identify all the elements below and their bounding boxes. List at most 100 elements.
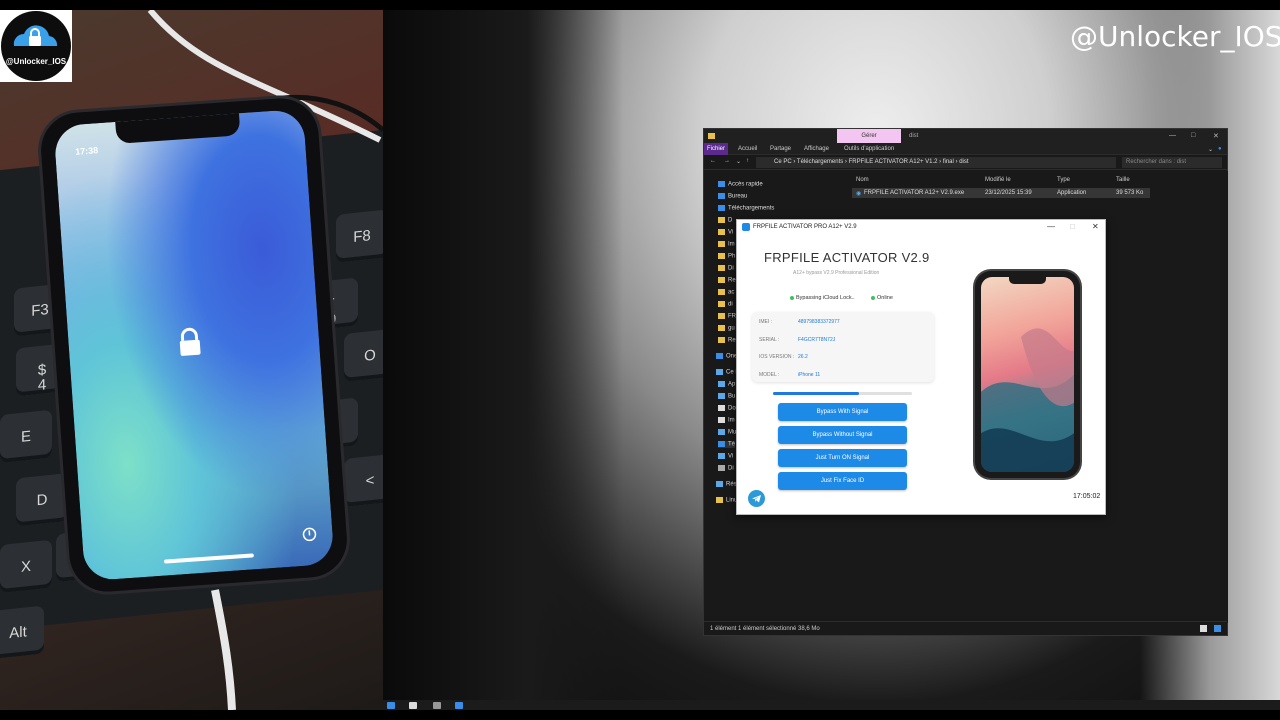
image-icon [718, 417, 725, 423]
help-icon[interactable]: ● [1218, 146, 1222, 152]
phone-notch [1009, 277, 1046, 284]
bypass-with-signal-button[interactable]: Bypass With Signal [778, 403, 907, 421]
folder-icon [718, 325, 725, 331]
search-input[interactable]: Rechercher dans : dist [1122, 157, 1222, 168]
nav-item-downloads[interactable]: Téléchargements [718, 205, 774, 212]
nav-item-quick-access[interactable]: Accès rapide [718, 181, 763, 188]
nav-item[interactable]: Ph [718, 253, 735, 260]
nav-item[interactable]: Re [718, 337, 736, 344]
file-name: FRPFILE ACTIVATOR A12+ V2.9.exe [864, 190, 965, 196]
up-arrow-icon[interactable]: ↑ [746, 158, 749, 164]
back-arrow-icon[interactable]: ← [710, 158, 716, 164]
progress-bar [773, 392, 912, 395]
iphone-device: 17:38 [38, 95, 350, 595]
download-icon [718, 205, 725, 211]
column-header-size[interactable]: Taille [1116, 177, 1130, 183]
ribbon-tab-home[interactable]: Accueil [738, 146, 757, 152]
model-value: iPhone 11 [798, 372, 821, 378]
nav-item[interactable]: Di [718, 265, 734, 272]
network-icon [716, 481, 723, 487]
ribbon-tab-share[interactable]: Partage [770, 146, 791, 152]
maximize-button[interactable]: □ [1070, 222, 1075, 231]
chevron-down-icon[interactable]: ⌄ [736, 158, 741, 165]
ios-version-value: 26.2 [798, 354, 808, 360]
nav-item[interactable]: Bu [718, 393, 735, 400]
browser-icon[interactable] [455, 702, 463, 709]
folder-icon [718, 313, 725, 319]
minimize-button[interactable]: — [1047, 222, 1055, 231]
folder-icon [718, 229, 725, 235]
ribbon-tab-view[interactable]: Affichage [804, 146, 829, 152]
ribbon-tab-app-tools[interactable]: Outils d'application [844, 146, 894, 152]
nav-item-selected[interactable]: Té [718, 441, 736, 448]
turn-on-signal-button[interactable]: Just Turn ON Signal [778, 449, 907, 467]
fix-face-id-button[interactable]: Just Fix Face ID [778, 472, 907, 490]
nav-item[interactable]: Im [718, 241, 735, 248]
nav-item[interactable]: Vi [718, 229, 733, 236]
address-bar[interactable]: Ce PC › Téléchargements › FRPFILE ACTIVA… [756, 157, 1116, 168]
music-icon [718, 429, 725, 435]
tab-manage[interactable]: Gérer [837, 129, 901, 143]
nav-item[interactable]: di [718, 301, 733, 308]
close-button[interactable]: ✕ [1092, 222, 1099, 231]
breadcrumb-item[interactable]: dist [959, 159, 968, 165]
nav-item[interactable]: Do [718, 405, 736, 412]
close-button[interactable]: ✕ [1213, 132, 1219, 140]
device-info-card: IMEI : 489798383372977 SERIAL : F4GCR7T8… [752, 312, 934, 382]
details-view-icon[interactable] [1200, 625, 1207, 632]
breadcrumb-item[interactable]: FRPFILE ACTIVATOR A12+ V1.2 [849, 159, 938, 165]
file-modified: 23/12/2025 15:39 [985, 190, 1032, 196]
explorer-titlebar[interactable]: Gérer dist — □ ✕ [704, 129, 1227, 143]
taskbar [383, 700, 1280, 710]
download-icon [718, 441, 725, 447]
file-row[interactable]: ◉ FRPFILE ACTIVATOR A12+ V2.9.exe 23/12/… [852, 188, 1150, 198]
ribbon-tab-file[interactable]: Fichier [704, 143, 728, 155]
nav-item-linux[interactable]: Linu [716, 497, 737, 504]
nav-item[interactable]: Di [718, 465, 734, 472]
activator-titlebar[interactable]: FRPFILE ACTIVATOR PRO A12+ V2.9 — □ ✕ [737, 220, 1105, 234]
nav-item-desktop[interactable]: Bureau [718, 193, 747, 200]
bypass-without-signal-button[interactable]: Bypass Without Signal [778, 426, 907, 444]
telegram-icon[interactable] [748, 490, 765, 507]
app-file-icon: ◉ [856, 191, 862, 197]
task-view-icon[interactable] [433, 702, 441, 709]
start-icon[interactable] [387, 702, 395, 709]
nav-item[interactable]: ac [718, 289, 734, 296]
breadcrumb-item[interactable]: Ce PC [774, 159, 792, 165]
explorer-title: dist [909, 133, 919, 139]
activator-window[interactable]: FRPFILE ACTIVATOR PRO A12+ V2.9 — □ ✕ FR… [736, 219, 1106, 515]
minimize-button[interactable]: — [1169, 132, 1176, 139]
maximize-button[interactable]: □ [1191, 132, 1195, 139]
nav-item[interactable]: D [718, 217, 732, 224]
search-icon[interactable] [409, 702, 417, 709]
nav-item[interactable]: Im [718, 417, 735, 424]
tiles-view-icon[interactable] [1214, 625, 1221, 632]
cloud-lock-icon [1, 11, 71, 81]
serial-value: F4GCR7T8N72J [798, 337, 836, 343]
lock-icon [179, 327, 201, 356]
nav-item[interactable]: Mu [718, 429, 736, 436]
column-header-name[interactable]: Nom [856, 177, 869, 183]
nav-item[interactable]: Ap [718, 381, 735, 388]
nav-item-network[interactable]: Rés [716, 481, 737, 488]
file-size: 39 573 Ko [1116, 190, 1144, 196]
status-dot [790, 295, 794, 300]
desktop-icon [718, 193, 725, 199]
app-subheading: A12+ bypass V2.9 Professional Edition [793, 270, 880, 276]
imei-value: 489798383372977 [798, 319, 840, 325]
nav-item[interactable]: Vi [718, 453, 733, 460]
cloud-icon [716, 353, 723, 359]
forward-arrow-icon[interactable]: → [724, 158, 730, 164]
nav-item[interactable]: gu [718, 325, 735, 332]
nav-item[interactable]: FR [718, 313, 736, 320]
column-header-modified[interactable]: Modifié le [985, 177, 1011, 183]
breadcrumb-item[interactable]: Téléchargements [797, 159, 843, 165]
progress-fill [773, 392, 860, 395]
column-header-type[interactable]: Type [1057, 177, 1070, 183]
model-label: MODEL : [759, 372, 780, 378]
chevron-down-icon[interactable]: ⌄ [1208, 146, 1213, 153]
nav-item[interactable]: Re [718, 277, 736, 284]
folder-icon [718, 289, 725, 295]
breadcrumb-item[interactable]: final [943, 159, 954, 165]
folder-icon [718, 265, 725, 271]
